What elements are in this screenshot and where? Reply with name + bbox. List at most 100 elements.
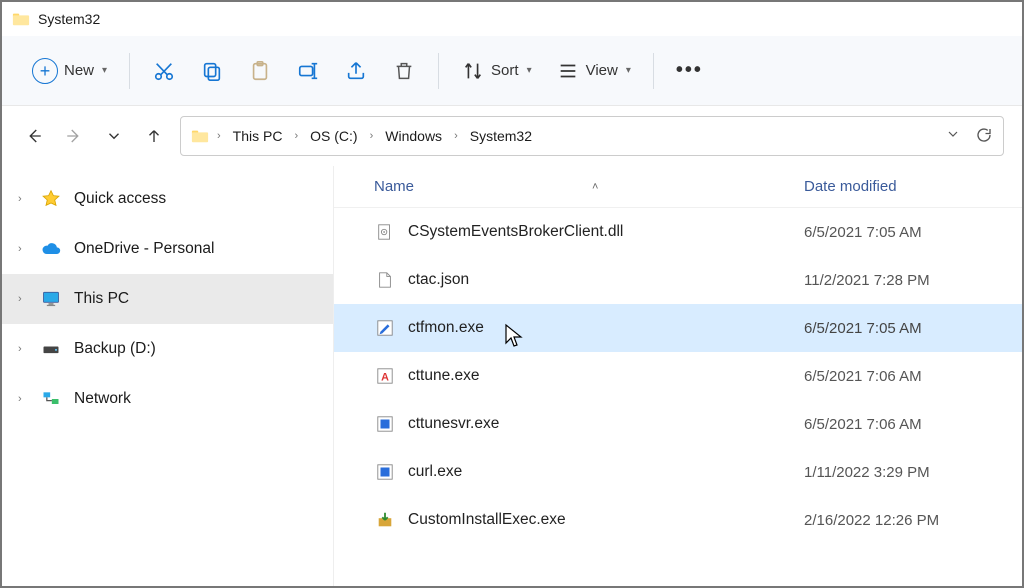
toolbar: + New ▾ Sort ▾ View ▾ ••• [2,36,1022,106]
new-button[interactable]: + New ▾ [20,51,119,91]
sidebar-item-network[interactable]: › Network [2,374,333,424]
chevron-right-icon: › [215,130,223,142]
sidebar-item-quick-access[interactable]: › Quick access [2,174,333,224]
folder-icon [191,127,209,145]
exe-blue-icon [374,461,396,483]
column-name[interactable]: Name ˄ [374,178,804,195]
file-row[interactable]: cttunesvr.exe6/5/2021 7:06 AM [334,400,1022,448]
network-icon [40,388,62,410]
view-label: View [586,62,618,79]
sidebar-item-label: Network [74,390,131,408]
separator [653,53,654,89]
chevron-down-icon: ▾ [527,65,532,76]
svg-text:A: A [381,372,389,384]
file-list: CSystemEventsBrokerClient.dll6/5/2021 7:… [334,208,1022,544]
column-name-label: Name [374,178,414,195]
trash-icon [392,59,416,83]
breadcrumb-os-c[interactable]: OS (C:) [306,126,361,146]
recent-dropdown[interactable] [100,122,128,150]
dll-icon [374,221,396,243]
sidebar-item-this-pc[interactable]: ›This PC [2,274,333,324]
file-row[interactable]: ctac.json11/2/2021 7:28 PM [334,256,1022,304]
sort-asc-icon: ˄ [592,181,598,193]
forward-button[interactable] [60,122,88,150]
separator [129,53,130,89]
expand-icon[interactable]: › [18,193,28,205]
rename-button[interactable] [284,51,332,91]
file-row[interactable]: CSystemEventsBrokerClient.dll6/5/2021 7:… [334,208,1022,256]
dropdown-icon[interactable] [945,126,961,147]
sort-label: Sort [491,62,519,79]
window-title: System32 [38,11,100,27]
sidebar-item-backup-d-[interactable]: › Backup (D:) [2,324,333,374]
sidebar-item-onedrive-personal[interactable]: › OneDrive - Personal [2,224,333,274]
breadcrumb-this-pc[interactable]: This PC [229,126,287,146]
expand-icon[interactable]: › [18,393,28,405]
file-row[interactable]: CustomInstallExec.exe2/16/2022 12:26 PM [334,496,1022,544]
title-bar: System32 [2,2,1022,36]
sidebar: › Quick access › OneDrive - Personal ›This P… [2,166,334,586]
file-row[interactable]: Acttune.exe6/5/2021 7:06 AM [334,352,1022,400]
new-label: New [64,62,94,79]
scissors-icon [152,59,176,83]
file-row[interactable]: curl.exe1/11/2022 3:29 PM [334,448,1022,496]
folder-icon [12,10,30,28]
up-button[interactable] [140,122,168,150]
address-bar[interactable]: › This PC › OS (C:) › Windows › System32 [180,116,1004,156]
paste-button[interactable] [236,51,284,91]
plus-icon: + [32,58,58,84]
file-name: cttune.exe [408,367,804,385]
star-icon [40,188,62,210]
file-name: ctac.json [408,271,804,289]
chevron-right-icon: › [368,130,376,142]
share-button[interactable] [332,51,380,91]
more-button[interactable]: ••• [664,51,715,91]
sort-button[interactable]: Sort ▾ [449,51,544,91]
file-date: 6/5/2021 7:05 AM [804,224,1022,241]
exe-blue-icon [374,413,396,435]
file-date: 6/5/2021 7:05 AM [804,320,1022,337]
delete-button[interactable] [380,51,428,91]
file-name: ctfmon.exe [408,319,804,337]
rename-icon [296,59,320,83]
chevron-right-icon: › [292,130,300,142]
exe-pen-icon [374,317,396,339]
breadcrumb-system32[interactable]: System32 [466,126,536,146]
sidebar-item-label: OneDrive - Personal [74,240,214,258]
cloud-icon [40,238,62,260]
chevron-down-icon: ▾ [626,65,631,76]
file-icon [374,269,396,291]
installer-icon [374,509,396,531]
copy-button[interactable] [188,51,236,91]
column-headers: Name ˄ Date modified [334,166,1022,208]
mouse-cursor [504,323,524,352]
file-name: cttunesvr.exe [408,415,804,433]
cut-button[interactable] [140,51,188,91]
expand-icon[interactable]: › [18,343,28,355]
separator [438,53,439,89]
monitor-icon [40,288,62,310]
refresh-button[interactable] [975,126,993,147]
sidebar-item-label: Quick access [74,190,166,208]
file-name: CustomInstallExec.exe [408,511,804,529]
content-area: › Quick access › OneDrive - Personal ›This P… [2,166,1022,586]
expand-icon[interactable]: › [18,293,28,305]
column-date[interactable]: Date modified [804,178,1022,195]
breadcrumb-windows[interactable]: Windows [381,126,446,146]
sidebar-item-label: Backup (D:) [74,340,156,358]
chevron-right-icon: › [452,130,460,142]
copy-icon [200,59,224,83]
breadcrumb-label: Windows [385,128,442,144]
drive-icon [40,338,62,360]
file-date: 6/5/2021 7:06 AM [804,368,1022,385]
file-row[interactable]: ctfmon.exe6/5/2021 7:05 AM [334,304,1022,352]
ellipsis-icon: ••• [676,59,703,82]
expand-icon[interactable]: › [18,243,28,255]
share-icon [344,59,368,83]
paste-icon [248,59,272,83]
file-date: 11/2/2021 7:28 PM [804,272,1022,289]
view-button[interactable]: View ▾ [544,51,643,91]
file-pane: Name ˄ Date modified CSystemEventsBroker… [334,166,1022,586]
file-date: 2/16/2022 12:26 PM [804,512,1022,529]
back-button[interactable] [20,122,48,150]
